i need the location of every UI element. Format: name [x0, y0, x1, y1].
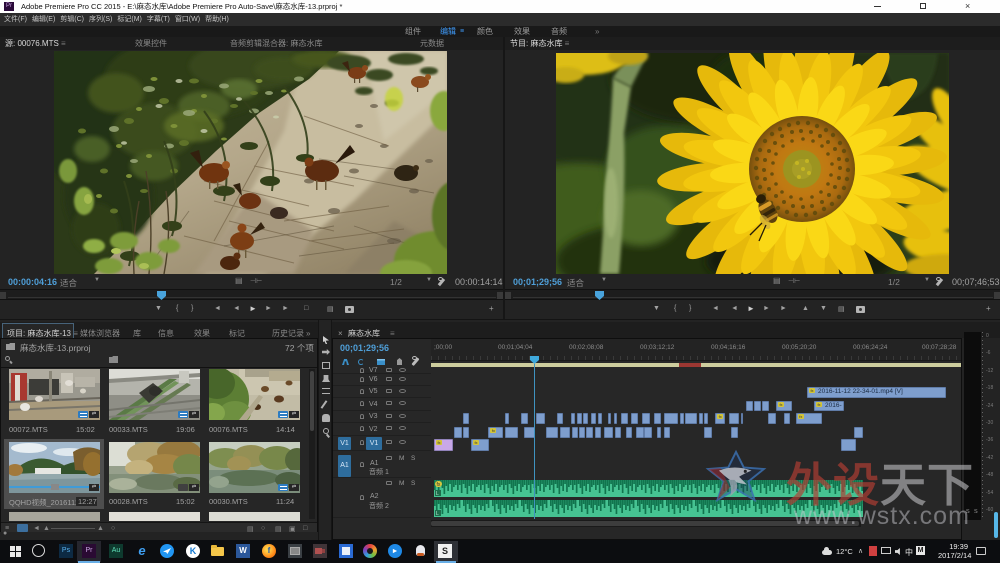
- svg-text:L: L: [436, 491, 439, 497]
- svg-text:fx: fx: [437, 482, 441, 488]
- svg-text:L: L: [436, 511, 439, 517]
